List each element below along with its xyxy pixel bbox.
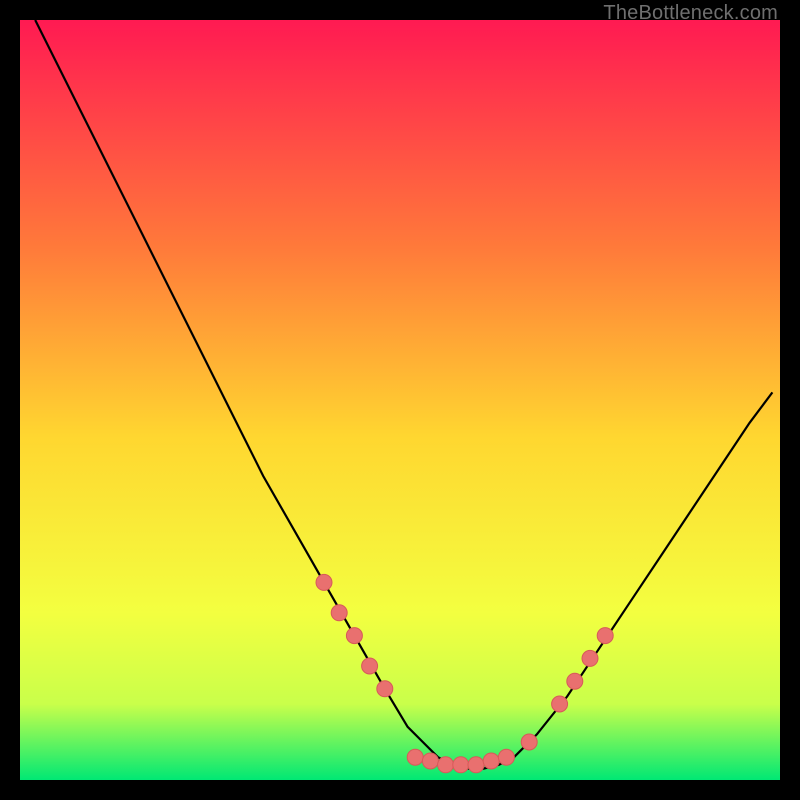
- data-marker: [597, 628, 613, 644]
- data-marker: [362, 658, 378, 674]
- watermark-text: TheBottleneck.com: [603, 2, 778, 25]
- data-marker: [346, 628, 362, 644]
- data-marker: [377, 681, 393, 697]
- gradient-background: [20, 20, 780, 780]
- data-marker: [422, 753, 438, 769]
- data-marker: [567, 673, 583, 689]
- data-marker: [582, 650, 598, 666]
- data-marker: [521, 734, 537, 750]
- data-marker: [552, 696, 568, 712]
- data-marker: [331, 605, 347, 621]
- bottleneck-chart: [20, 20, 780, 780]
- data-marker: [468, 757, 484, 773]
- data-marker: [498, 749, 514, 765]
- data-marker: [316, 574, 332, 590]
- data-marker: [407, 749, 423, 765]
- data-marker: [453, 757, 469, 773]
- data-marker: [438, 757, 454, 773]
- data-marker: [483, 753, 499, 769]
